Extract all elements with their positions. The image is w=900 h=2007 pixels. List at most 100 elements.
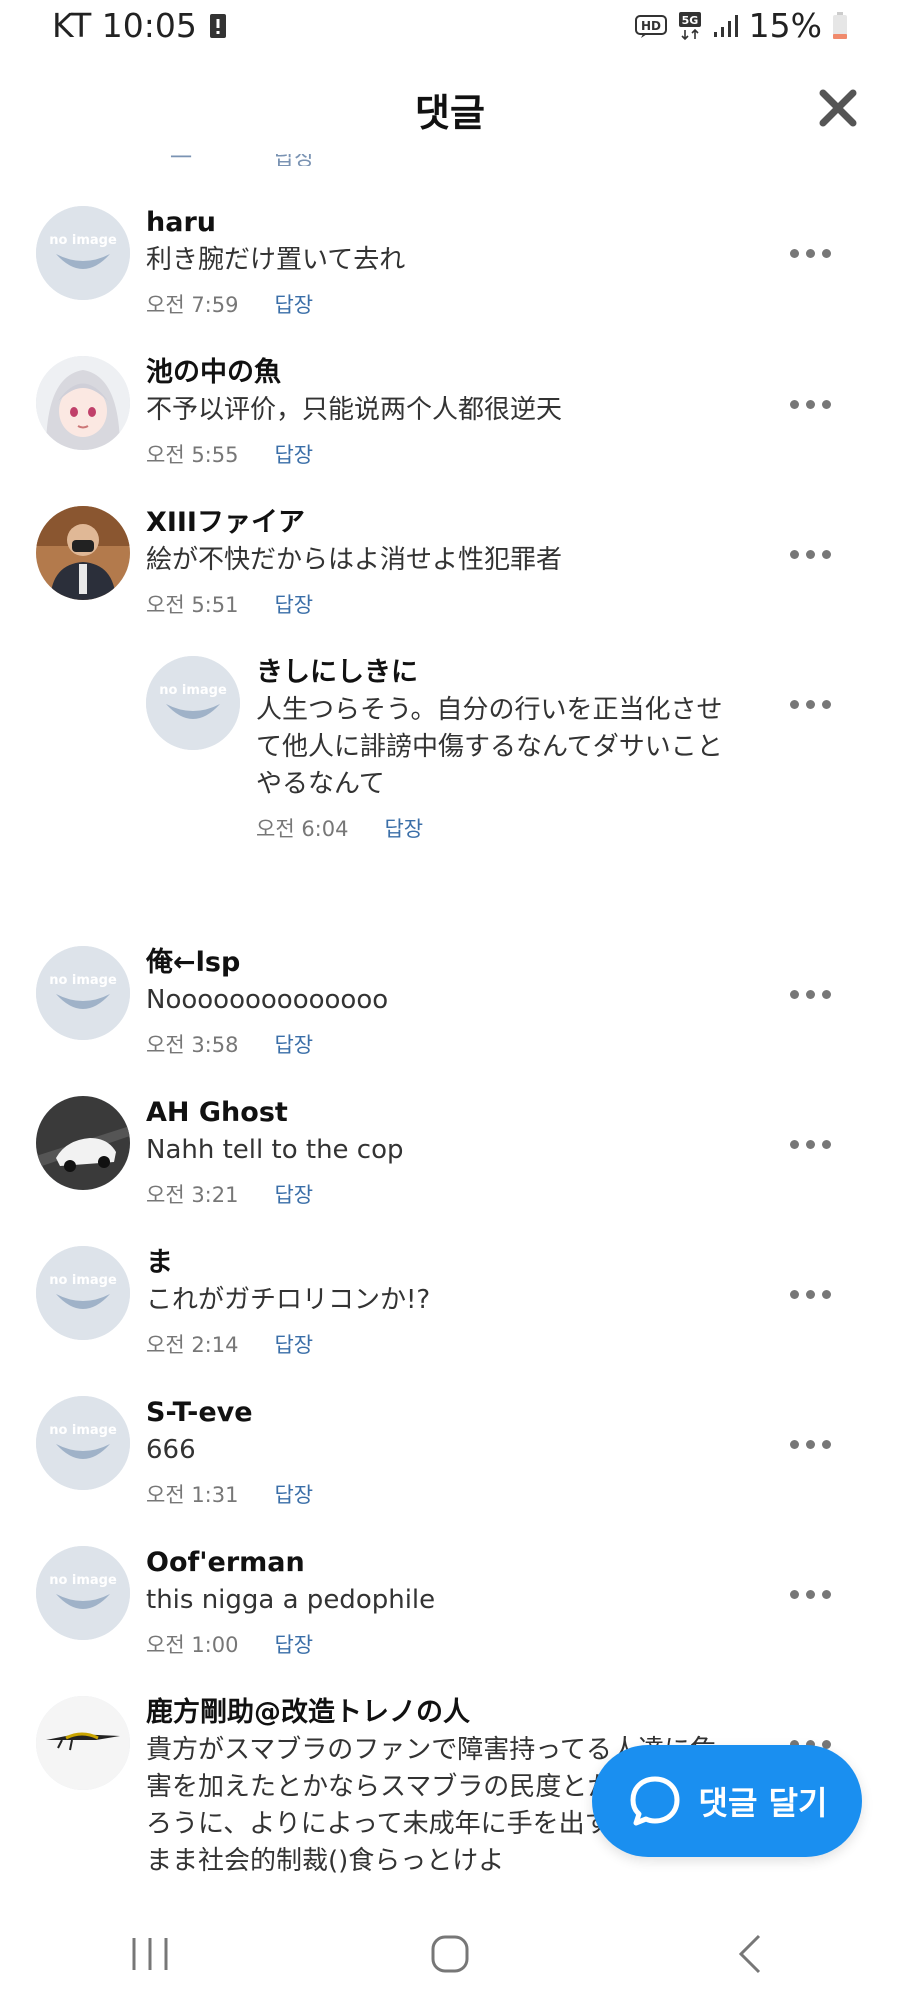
comment-body: haru 利き腕だけ置いて去れ 오전 7:59 답장 — [146, 206, 726, 319]
comment-row: no image haru 利き腕だけ置いて去れ 오전 7:59 답장 — [0, 170, 900, 317]
more-options-button[interactable] — [778, 538, 842, 570]
more-options-button[interactable] — [778, 1278, 842, 1310]
avatar[interactable]: no image — [36, 946, 130, 1040]
comment-time: 오전 5:51 — [146, 593, 239, 617]
bird-avatar-icon — [36, 1696, 130, 1790]
svg-text:no image: no image — [49, 233, 117, 248]
more-dot-icon — [789, 1589, 799, 1599]
reply-link[interactable]: 답장 — [274, 1031, 313, 1059]
no-image-icon: no image — [36, 946, 130, 1040]
comment-author[interactable]: XIIIファイア — [146, 506, 726, 540]
reply-link[interactable]: 답장 — [274, 1481, 313, 1509]
comment-text: 666 — [146, 1435, 196, 1465]
carrier-time: KT 10:05 — [52, 6, 197, 45]
reply-link[interactable]: 답장 — [274, 591, 313, 619]
comment-text: 人生つらそう。自分の行いを正当化させて他人に誹謗中傷するなんてダサいことやるなん… — [256, 695, 723, 799]
more-options-button[interactable] — [778, 978, 842, 1010]
comment-author[interactable]: 鹿方剛助@改造トレノの人 — [146, 1696, 726, 1730]
status-left: KT 10:05 — [52, 6, 227, 45]
more-dot-icon — [805, 399, 815, 409]
comment-row: no image まこれがガチロリコンか!? 오전 2:14 답장 — [0, 1210, 900, 1357]
comment-author[interactable]: AH Ghost — [146, 1096, 726, 1130]
more-dot-icon — [805, 1439, 815, 1449]
comment-meta: 오전 7:59 답장 — [146, 291, 726, 319]
avatar[interactable] — [36, 1096, 130, 1190]
comment-list[interactable]: no image haru 利き腕だけ置いて去れ 오전 7:59 답장 池の中の魚 不予以评… — [0, 170, 900, 1890]
more-options-button[interactable] — [778, 1128, 842, 1160]
more-options-button[interactable] — [778, 388, 842, 420]
avatar[interactable]: no image — [36, 1246, 130, 1340]
comment-row: XIIIファイア 絵が不快だからはよ消せよ性犯罪者 오전 5:51 답장 — [0, 470, 900, 617]
avatar[interactable]: no image — [36, 1396, 130, 1490]
avatar[interactable]: no image — [36, 1546, 130, 1640]
avatar[interactable]: no image — [36, 206, 130, 300]
comment-body: S-T-eve 666 오전 1:31 답장 — [146, 1396, 726, 1509]
write-comment-button[interactable]: 댓글 달기 — [592, 1745, 862, 1857]
reply-comment-row: no image きしにしきに人生つらそう。自分の行いを正当化させて他人に誹謗中傷… — [0, 620, 900, 900]
car-avatar-icon — [36, 1096, 130, 1190]
avatar[interactable] — [36, 1696, 130, 1790]
hd-icon: HD — [634, 13, 667, 39]
comment-author[interactable]: Oof'erman — [146, 1546, 726, 1580]
more-dot-icon — [805, 1589, 815, 1599]
more-dot-icon — [789, 989, 799, 999]
reply-link[interactable]: 답장 — [274, 1181, 313, 1209]
system-nav-bar — [0, 1900, 900, 2007]
comment-author[interactable]: ま — [146, 1246, 726, 1280]
home-button[interactable] — [390, 1914, 510, 1994]
more-dot-icon — [805, 989, 815, 999]
svg-text:no image: no image — [49, 1423, 117, 1438]
more-dot-icon — [821, 1439, 831, 1449]
comment-author[interactable]: haru — [146, 206, 726, 240]
svg-text:no image: no image — [159, 683, 227, 698]
more-dot-icon — [821, 1589, 831, 1599]
more-dot-icon — [789, 399, 799, 409]
avatar[interactable] — [36, 356, 130, 450]
more-options-button[interactable] — [778, 1428, 842, 1460]
comment-body: 俺←lsp Noooooooooooooo 오전 3:58 답장 — [146, 946, 726, 1059]
chat-bubble-icon — [630, 1776, 680, 1826]
back-button[interactable] — [690, 1914, 810, 1994]
more-dot-icon — [789, 699, 799, 709]
comment-time: 오전 1:31 — [146, 1483, 239, 1507]
avatar[interactable]: no image — [146, 656, 240, 750]
reply-link[interactable]: 답장 — [274, 441, 313, 469]
comment-body: Oof'erman this nigga a pedophile 오전 1:00 답장 — [146, 1546, 726, 1659]
avatar[interactable] — [36, 506, 130, 600]
more-dot-icon — [821, 1289, 831, 1299]
comment-meta: 오전 3:21 답장 — [146, 1181, 726, 1209]
svg-text:HD: HD — [641, 19, 661, 33]
more-dot-icon — [805, 1139, 815, 1149]
recent-apps-button[interactable] — [90, 1914, 210, 1994]
more-options-button[interactable] — [778, 1578, 842, 1610]
comment-meta: 오전 6:04 답장 — [256, 815, 736, 843]
comment-author[interactable]: S-T-eve — [146, 1396, 726, 1430]
comment-author[interactable]: きしにしきに — [256, 656, 736, 690]
status-bar: KT 10:05 HD 5G 15% — [0, 0, 900, 52]
comment-author[interactable]: 池の中の魚 — [146, 356, 726, 390]
reply-link[interactable]: 답장 — [274, 1631, 313, 1659]
peek-reply: 답장 — [274, 154, 314, 166]
more-options-button[interactable] — [778, 688, 842, 720]
comment-meta: 오전 5:55 답장 — [146, 441, 726, 469]
reply-link[interactable]: 답장 — [274, 1331, 313, 1359]
5g-icon: 5G — [677, 11, 703, 41]
svg-text:no image: no image — [49, 1573, 117, 1588]
more-options-button[interactable] — [778, 237, 842, 269]
svg-text:no image: no image — [49, 973, 117, 988]
signal-icon — [713, 14, 739, 38]
reply-link[interactable]: 답장 — [384, 815, 423, 843]
more-dot-icon — [821, 699, 831, 709]
close-button[interactable] — [812, 82, 864, 134]
comment-time: 오전 7:59 — [146, 293, 239, 317]
reply-link[interactable]: 답장 — [274, 291, 313, 319]
more-dot-icon — [789, 1139, 799, 1149]
comment-time: 오전 5:55 — [146, 443, 239, 467]
comment-author[interactable]: 俺←lsp — [146, 946, 726, 980]
comment-body: XIIIファイア 絵が不快だからはよ消せよ性犯罪者 오전 5:51 답장 — [146, 506, 726, 619]
more-dot-icon — [821, 549, 831, 559]
comment-text: Noooooooooooooo — [146, 985, 389, 1015]
comment-text: Nahh tell to the cop — [146, 1135, 404, 1165]
more-dot-icon — [789, 1439, 799, 1449]
more-dot-icon — [805, 248, 815, 258]
